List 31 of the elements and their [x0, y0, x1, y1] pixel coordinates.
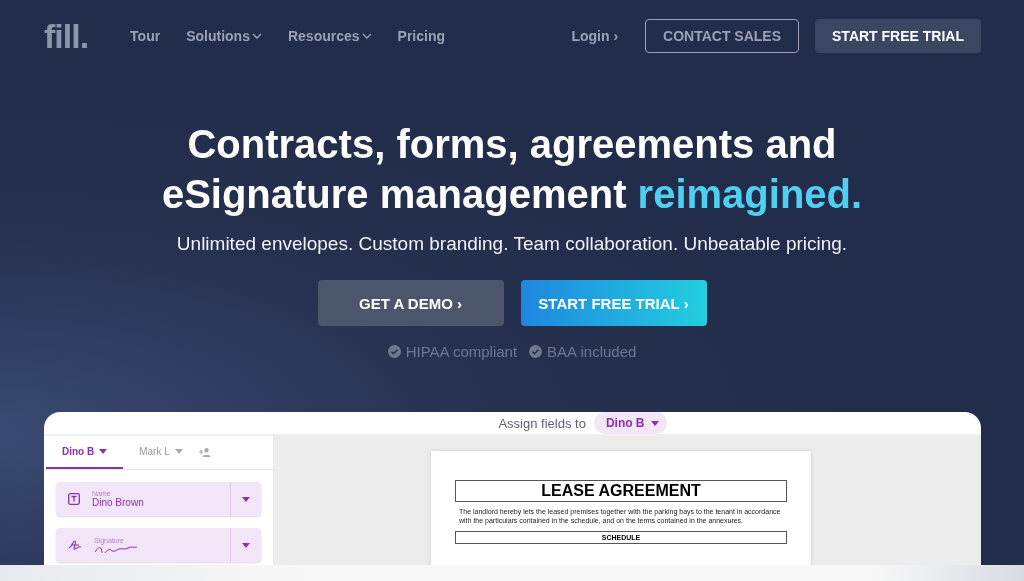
- assignee-dropdown[interactable]: Dino B: [593, 412, 667, 434]
- demo-button[interactable]: GET A DEMO ›: [317, 280, 504, 326]
- badge-text: HIPAA compliant: [405, 343, 518, 360]
- assign-label: Assign fields to: [498, 415, 586, 431]
- nav-link[interactable]: Solutions: [186, 28, 262, 44]
- field-value: Dino Brown: [92, 497, 144, 508]
- nav-link[interactable]: Pricing: [397, 28, 446, 44]
- add-person-icon[interactable]: [198, 448, 211, 457]
- subtitle: Unlimited envelopes. Custom branding. Team collaboration. Unbeatable pricing.: [176, 233, 848, 255]
- text-field-icon: [68, 493, 80, 505]
- check-circle-icon: [529, 345, 543, 358]
- contact-sales-button[interactable]: CONTACT SALES: [645, 19, 800, 53]
- caret-icon: [242, 542, 250, 548]
- nav-link[interactable]: Tour: [130, 28, 161, 44]
- badge-text: BAA included: [547, 343, 637, 360]
- start-trial-button[interactable]: START FREE TRIAL: [815, 19, 981, 53]
- logo[interactable]: fill.: [44, 16, 89, 56]
- pen-signature-icon: [68, 539, 82, 551]
- nav-link[interactable]: Resources: [287, 28, 372, 44]
- chevron-down-icon: [251, 33, 262, 39]
- caret-icon: [99, 449, 108, 454]
- check-circle-icon: [387, 345, 401, 358]
- headline: Contracts, forms, agreements and eSignature management reimagined.: [161, 121, 863, 218]
- login-link[interactable]: Login ›: [571, 28, 619, 44]
- signer-tab[interactable]: Mark L: [123, 436, 199, 469]
- chevron-down-icon: [361, 33, 372, 39]
- caret-icon: [174, 449, 183, 454]
- document-title: LEASE AGREEMENT: [455, 480, 787, 502]
- caret-icon: [650, 420, 659, 426]
- signer-tab[interactable]: Dino B: [46, 436, 124, 469]
- caret-icon: [242, 496, 250, 502]
